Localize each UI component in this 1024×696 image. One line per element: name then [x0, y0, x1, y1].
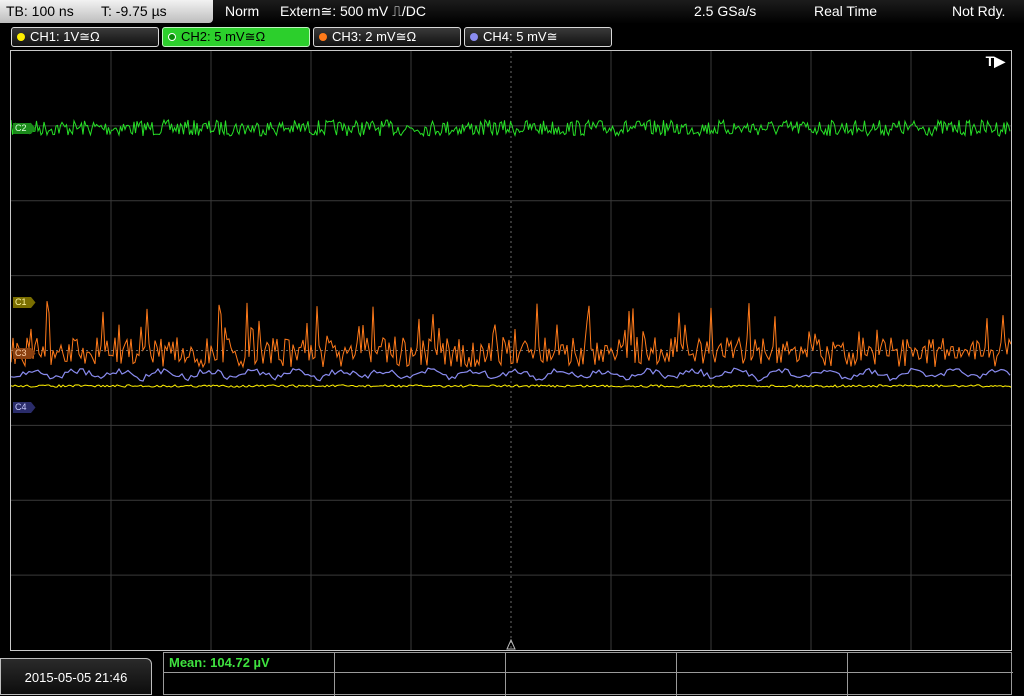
channel-4-ground-marker[interactable]: C4	[13, 402, 36, 413]
trigger-position-icon[interactable]: T▶	[986, 53, 1005, 70]
channel-2-ground-marker[interactable]: C2	[13, 123, 36, 134]
trigger-mode[interactable]: Norm	[225, 3, 259, 19]
channel-3-dot-icon	[319, 33, 327, 41]
timebase-label: TB: 100 ns	[6, 3, 74, 19]
waveform-display[interactable]: T▶ C2 C1 C3 C4	[10, 50, 1012, 651]
measurement-cell	[506, 653, 677, 673]
measurement-cell	[335, 673, 506, 696]
waveform-canvas	[11, 51, 1011, 650]
acquisition-mode[interactable]: Real Time	[814, 3, 877, 19]
date-time-display: 2015-05-05 21:46	[0, 658, 152, 695]
status-bar: TB: 100 ns T: -9.75 µs Norm Extern≅: 500…	[0, 0, 1024, 24]
ready-status: Not Rdy.	[952, 3, 1006, 19]
measurement-cell	[164, 673, 335, 696]
trigger-source[interactable]: Extern≅: 500 mV ⎍/DC	[280, 3, 426, 20]
sample-rate[interactable]: 2.5 GSa/s	[694, 3, 756, 19]
channel-4-label: CH4: 5 mV≅	[483, 29, 558, 44]
channel-4-trace	[11, 367, 1011, 382]
channel-1-button[interactable]: CH1: 1V≅Ω	[11, 27, 159, 47]
channel-3-ground-marker[interactable]: C3	[13, 348, 36, 359]
measurement-cell	[848, 653, 1013, 673]
measurement-cell	[335, 653, 506, 673]
channel-2-dot-icon	[168, 33, 176, 41]
measurement-panel[interactable]: Mean: 104.72 µV	[163, 652, 1013, 696]
channel-1-label: CH1: 1V≅Ω	[30, 29, 100, 44]
channel-3-button[interactable]: CH3: 2 mV≅Ω	[313, 27, 461, 47]
measurement-cell	[677, 673, 848, 696]
measurement-cell	[677, 653, 848, 673]
channel-1-ground-marker[interactable]: C1	[13, 297, 36, 308]
mean-measurement: Mean: 104.72 µV	[169, 655, 270, 670]
channel-1-dot-icon	[17, 33, 25, 41]
channel-4-dot-icon	[470, 33, 478, 41]
measurement-cell	[506, 673, 677, 696]
timebase-box[interactable]: TB: 100 ns T: -9.75 µs	[0, 0, 213, 23]
channel-2-button[interactable]: CH2: 5 mV≅Ω	[162, 27, 310, 47]
channel-2-label: CH2: 5 mV≅Ω	[181, 29, 266, 44]
time-offset-label: T: -9.75 µs	[101, 3, 167, 19]
channel-3-label: CH3: 2 mV≅Ω	[332, 29, 417, 44]
channel-bar: CH1: 1V≅Ω CH2: 5 mV≅Ω CH3: 2 mV≅Ω CH4: 5…	[0, 25, 1024, 49]
channel-4-button[interactable]: CH4: 5 mV≅	[464, 27, 612, 47]
